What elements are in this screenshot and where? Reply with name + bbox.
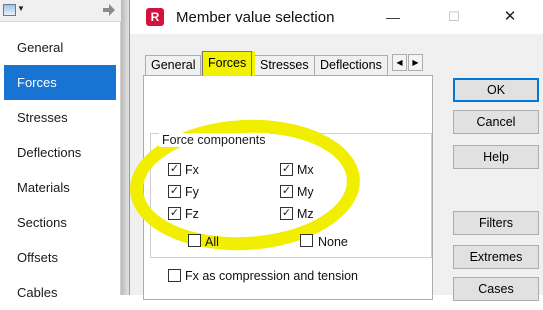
side-panel: ▼ General Forces Stresses Deflections Ma… (0, 0, 121, 300)
close-icon[interactable]: ✕ (496, 7, 524, 27)
mz-label: Mz (297, 207, 314, 221)
mx-label: Mx (297, 163, 314, 177)
tab-stresses[interactable]: Stresses (254, 55, 315, 75)
side-item-general[interactable]: General (4, 30, 116, 65)
minimize-icon[interactable]: — (379, 8, 407, 26)
fx-checkbox[interactable]: ✓ (168, 163, 181, 176)
tab-general[interactable]: General (145, 55, 202, 75)
side-item-materials[interactable]: Materials (4, 170, 116, 205)
member-value-selection-dialog: R Member value selection — ☐ ✕ General F… (126, 0, 543, 301)
fz-label: Fz (185, 207, 199, 221)
cancel-button[interactable]: Cancel (453, 110, 539, 134)
my-checkbox[interactable]: ✓ (280, 185, 293, 198)
fy-label: Fy (185, 185, 199, 199)
fx-compression-checkbox[interactable] (168, 269, 181, 282)
app-icon: R (146, 8, 164, 26)
all-checkbox[interactable] (188, 234, 201, 247)
ok-button[interactable]: OK (453, 78, 539, 102)
all-label: All (205, 235, 219, 249)
dialog-title: Member value selection (176, 9, 335, 26)
side-item-sections[interactable]: Sections (4, 205, 116, 240)
mx-checkbox[interactable]: ✓ (280, 163, 293, 176)
window-gap (121, 0, 129, 295)
chevron-down-icon[interactable]: ▼ (17, 4, 25, 13)
side-item-cables[interactable]: Cables (4, 275, 116, 310)
side-item-offsets[interactable]: Offsets (4, 240, 116, 275)
tab-deflections[interactable]: Deflections (314, 55, 388, 75)
side-item-forces[interactable]: Forces (4, 65, 116, 100)
cases-button[interactable]: Cases (453, 277, 539, 301)
my-label: My (297, 185, 314, 199)
group-title: Force components (159, 133, 269, 147)
extremes-button[interactable]: Extremes (453, 245, 539, 269)
side-item-deflections[interactable]: Deflections (4, 135, 116, 170)
title-bar: R Member value selection — ☐ ✕ (130, 0, 543, 34)
mz-checkbox[interactable]: ✓ (280, 207, 293, 220)
help-button[interactable]: Help (453, 145, 539, 169)
none-checkbox[interactable] (300, 234, 313, 247)
tab-scroll-right-icon[interactable]: ▶ (408, 54, 423, 71)
side-panel-toolbar: ▼ (0, 0, 121, 22)
none-label: None (318, 235, 348, 249)
fy-checkbox[interactable]: ✓ (168, 185, 181, 198)
filters-button[interactable]: Filters (453, 211, 539, 235)
tab-scroll-left-icon[interactable]: ◀ (392, 54, 407, 71)
fx-label: Fx (185, 163, 199, 177)
side-item-stresses[interactable]: Stresses (4, 100, 116, 135)
fx-compression-label: Fx as compression and tension (185, 269, 359, 283)
tab-forces[interactable]: Forces (202, 51, 253, 76)
arrow-right-icon[interactable] (101, 2, 117, 18)
view-icon[interactable] (3, 4, 16, 16)
maximize-icon: ☐ (448, 9, 460, 24)
fz-checkbox[interactable]: ✓ (168, 207, 181, 220)
